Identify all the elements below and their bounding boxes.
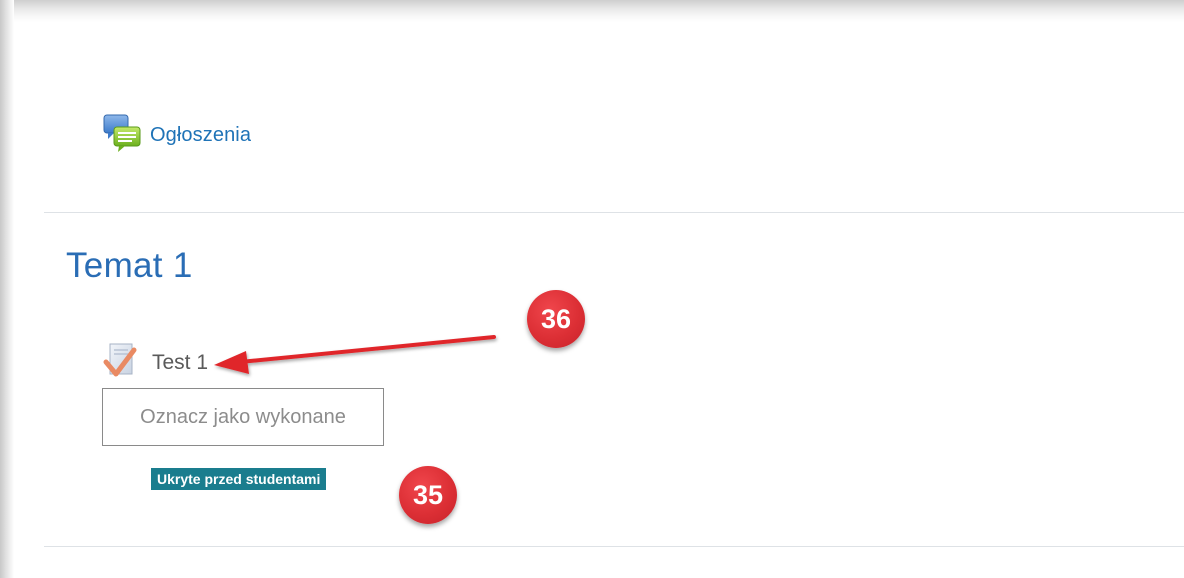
section-title: Temat 1	[66, 246, 193, 285]
activity-quiz-link[interactable]: Test 1	[102, 340, 208, 380]
activity-name[interactable]: Test 1	[152, 351, 208, 375]
section-divider-top	[44, 212, 1184, 213]
quiz-icon	[102, 340, 142, 380]
hidden-from-students-badge: Ukryte przed studentami	[151, 468, 327, 490]
callout-badge-36: 36	[527, 290, 585, 348]
mark-as-done-button[interactable]: Oznacz jako wykonane	[102, 388, 384, 446]
course-page: Ogłoszenia Temat 1 Test 1 Oznacz jako wy…	[0, 0, 1184, 578]
screenshot-shadow-top	[0, 0, 1184, 22]
announcements-label[interactable]: Ogłoszenia	[150, 124, 251, 147]
announcements-link[interactable]: Ogłoszenia	[102, 112, 251, 154]
screenshot-shadow-left	[0, 0, 14, 578]
forum-icon	[102, 112, 144, 154]
section-divider-bottom	[44, 546, 1184, 547]
callout-badge-35: 35	[399, 466, 457, 524]
annotation-arrow	[214, 335, 496, 374]
